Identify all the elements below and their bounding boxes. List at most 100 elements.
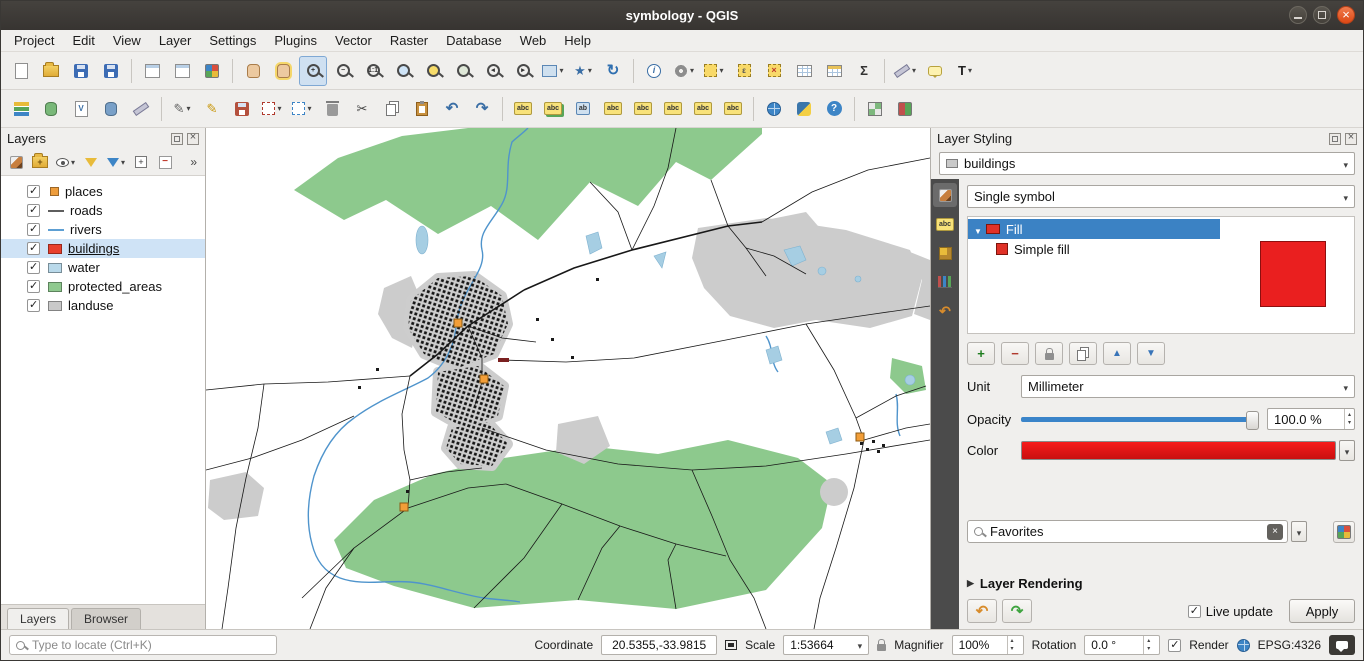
open-attribute-table-button[interactable] bbox=[790, 56, 818, 86]
layer-checkbox[interactable] bbox=[27, 242, 40, 255]
text-annotation-button[interactable]: T▾ bbox=[951, 56, 979, 86]
current-edits-button[interactable]: ✎▾ bbox=[168, 94, 196, 124]
copy-features-button[interactable] bbox=[378, 94, 406, 124]
map-canvas[interactable] bbox=[206, 128, 930, 629]
zoom-full-button[interactable] bbox=[389, 56, 417, 86]
messages-button[interactable] bbox=[1329, 635, 1355, 655]
spinner-arrows-icon[interactable] bbox=[1344, 409, 1354, 429]
text-annotation-button-dropdown[interactable]: ▾ bbox=[968, 66, 972, 75]
save-project-button[interactable] bbox=[67, 56, 95, 86]
layer-checkbox[interactable] bbox=[27, 204, 40, 217]
menu-help[interactable]: Help bbox=[555, 31, 600, 50]
expander-icon[interactable] bbox=[974, 222, 982, 237]
metasearch-button[interactable] bbox=[760, 94, 788, 124]
undo-button[interactable]: ↶ bbox=[438, 94, 466, 124]
menu-database[interactable]: Database bbox=[437, 31, 511, 50]
add-symbol-layer-button[interactable]: + bbox=[967, 342, 995, 365]
tab-layers[interactable]: Layers bbox=[7, 608, 69, 629]
style-manager-button[interactable] bbox=[198, 56, 226, 86]
run-feature-action-button[interactable]: ▾ bbox=[670, 56, 698, 86]
change-label-button[interactable]: abc bbox=[719, 94, 747, 124]
layer-item-landuse[interactable]: landuse bbox=[1, 296, 205, 315]
show-layout-manager-button[interactable] bbox=[168, 56, 196, 86]
style-undo-button[interactable]: ↶ bbox=[967, 599, 997, 623]
zoom-native-button[interactable]: 1:1 bbox=[359, 56, 387, 86]
magnifier-spinbox[interactable]: 100% bbox=[952, 635, 1024, 655]
delete-selected-button[interactable] bbox=[318, 94, 346, 124]
layer-checkbox[interactable] bbox=[27, 261, 40, 274]
identify-features-button[interactable]: i bbox=[640, 56, 668, 86]
expand-all-button[interactable]: + bbox=[130, 151, 152, 173]
styling-panel-float-icon[interactable] bbox=[1329, 133, 1341, 145]
highlight-labels-button[interactable]: ab bbox=[569, 94, 597, 124]
save-layer-edits-button[interactable] bbox=[228, 94, 256, 124]
symbol-type-select[interactable]: Single symbol bbox=[967, 185, 1355, 208]
layer-checkbox[interactable] bbox=[27, 185, 40, 198]
move-down-button[interactable]: ▼ bbox=[1137, 342, 1165, 365]
field-calculator-button[interactable] bbox=[820, 56, 848, 86]
menu-web[interactable]: Web bbox=[511, 31, 556, 50]
favorites-dropdown-button[interactable] bbox=[1291, 521, 1307, 542]
layer-item-roads[interactable]: roads bbox=[1, 201, 205, 220]
crs-label[interactable]: EPSG:4326 bbox=[1258, 638, 1321, 652]
spinner-arrows-icon[interactable] bbox=[1007, 636, 1017, 654]
symbology-tab[interactable] bbox=[933, 183, 957, 207]
statistical-summary-button[interactable]: Σ bbox=[850, 56, 878, 86]
new-virtual-layer-button[interactable] bbox=[127, 94, 155, 124]
live-update-checkbox[interactable] bbox=[1188, 605, 1201, 618]
layers-toolbar-overflow-button[interactable]: » bbox=[186, 155, 201, 169]
new-map-view-button-dropdown[interactable]: ▾ bbox=[559, 66, 563, 75]
layer-item-protected_areas[interactable]: protected_areas bbox=[1, 277, 205, 296]
manage-map-themes-button-dropdown[interactable]: ▾ bbox=[71, 158, 75, 167]
layer-rendering-section[interactable]: Layer Rendering bbox=[967, 576, 1355, 591]
zoom-to-layer-button[interactable] bbox=[449, 56, 477, 86]
remove-symbol-layer-button[interactable]: − bbox=[1001, 342, 1029, 365]
measure-button-dropdown[interactable]: ▾ bbox=[912, 66, 916, 75]
layer-labeling-button[interactable]: abc bbox=[509, 94, 537, 124]
menu-vector[interactable]: Vector bbox=[326, 31, 381, 50]
styling-layer-select[interactable]: buildings bbox=[939, 152, 1355, 175]
color-button[interactable] bbox=[1021, 441, 1336, 460]
new-map-view-button[interactable]: ▾ bbox=[539, 56, 567, 86]
help-contents-button[interactable]: ? bbox=[820, 94, 848, 124]
new-spatialite-layer-button[interactable] bbox=[97, 94, 125, 124]
scale-select[interactable]: 1:53664 bbox=[783, 635, 869, 655]
layers-panel-float-icon[interactable] bbox=[171, 133, 183, 145]
add-group-button[interactable]: + bbox=[29, 151, 51, 173]
cut-features-button[interactable]: ✂ bbox=[348, 94, 376, 124]
show-bookmarks-button-dropdown[interactable]: ▾ bbox=[588, 66, 592, 75]
minimize-button[interactable] bbox=[1289, 6, 1307, 24]
plugin-tools-button[interactable] bbox=[891, 94, 919, 124]
redo-button[interactable]: ↷ bbox=[468, 94, 496, 124]
styling-panel-close-icon[interactable] bbox=[1345, 133, 1357, 145]
layer-item-buildings[interactable]: buildings bbox=[1, 239, 205, 258]
run-feature-action-button-dropdown[interactable]: ▾ bbox=[690, 66, 694, 75]
zoom-in-button[interactable]: + bbox=[299, 56, 327, 86]
deselect-features-button[interactable]: × bbox=[760, 56, 788, 86]
new-print-layout-button[interactable] bbox=[138, 56, 166, 86]
new-geopackage-layer-button[interactable] bbox=[37, 94, 65, 124]
scale-lock-icon[interactable] bbox=[877, 644, 886, 651]
clear-search-icon[interactable]: × bbox=[1267, 524, 1283, 540]
plugin-grid-button[interactable] bbox=[861, 94, 889, 124]
tab-browser[interactable]: Browser bbox=[71, 608, 141, 629]
vertex-tool-button-dropdown[interactable]: ▾ bbox=[307, 104, 311, 113]
zoom-to-selection-button[interactable] bbox=[419, 56, 447, 86]
zoom-last-button[interactable]: ◂ bbox=[479, 56, 507, 86]
digitize-with-segment-button-dropdown[interactable]: ▾ bbox=[277, 104, 281, 113]
labels-tab[interactable]: abc bbox=[933, 212, 957, 236]
spinner-arrows-icon[interactable] bbox=[1143, 636, 1153, 654]
layer-checkbox[interactable] bbox=[27, 223, 40, 236]
select-by-expression-button[interactable]: ε bbox=[730, 56, 758, 86]
menu-project[interactable]: Project bbox=[5, 31, 63, 50]
rotate-label-button[interactable]: abc bbox=[689, 94, 717, 124]
open-project-button[interactable] bbox=[37, 56, 65, 86]
maximize-button[interactable] bbox=[1313, 6, 1331, 24]
show-bookmarks-button[interactable]: ★▾ bbox=[569, 56, 597, 86]
pin-unpin-labels-button[interactable]: abc bbox=[599, 94, 627, 124]
menu-edit[interactable]: Edit bbox=[63, 31, 103, 50]
symbol-tree-item-fill[interactable]: Fill bbox=[968, 219, 1220, 239]
coordinate-input[interactable]: 20.5355,-33.9815 bbox=[601, 635, 717, 655]
move-up-button[interactable]: ▲ bbox=[1103, 342, 1131, 365]
measure-button[interactable]: ▾ bbox=[891, 56, 919, 86]
